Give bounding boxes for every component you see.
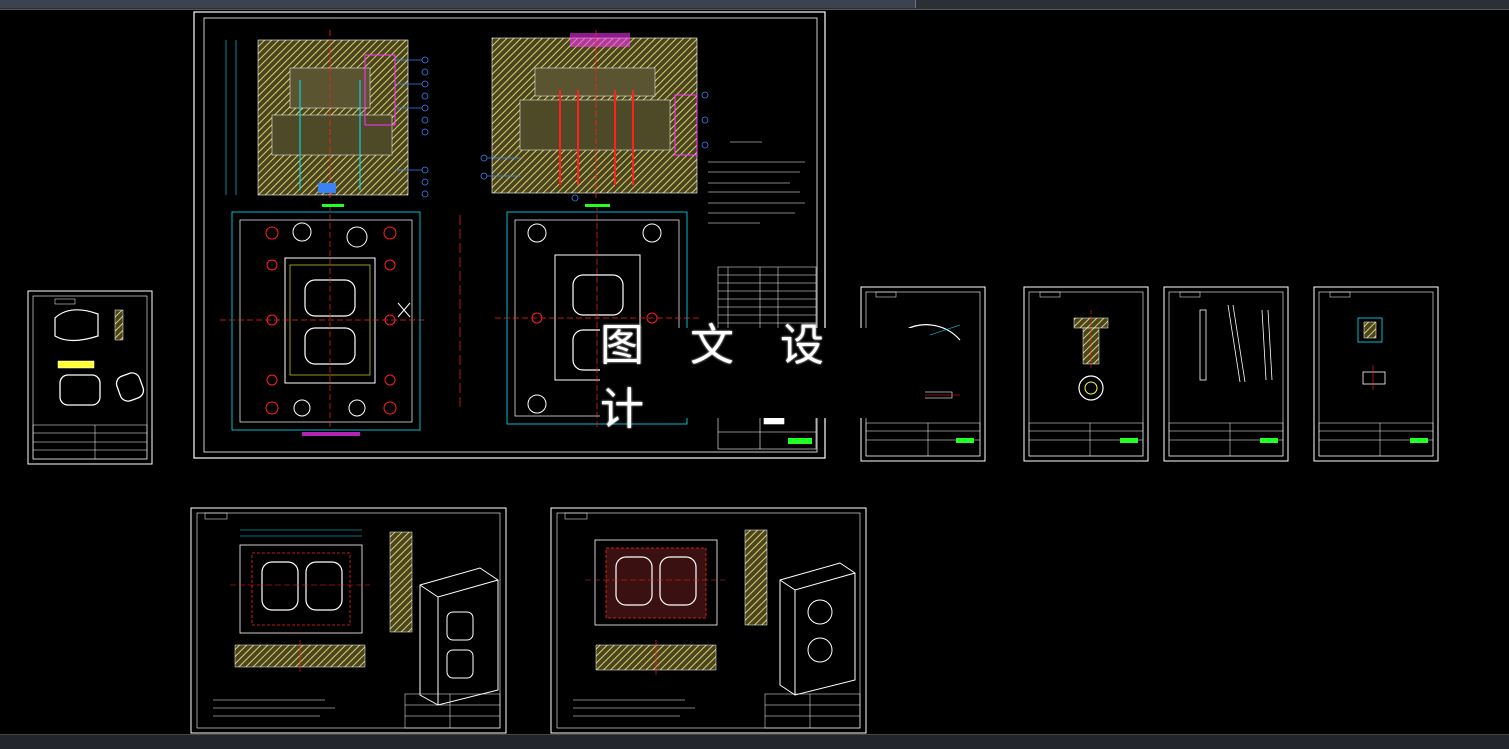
drawing-tab[interactable] (0, 0, 471, 8)
section-view-b (491, 30, 698, 200)
isometric-core-view (779, 562, 856, 696)
sheet-cavity-plate[interactable] (190, 507, 507, 734)
technical-notes-block (708, 141, 805, 224)
sheet-part-pin[interactable] (1023, 286, 1149, 462)
sheet-part-left[interactable] (27, 290, 153, 465)
sheet-part-small[interactable] (1313, 286, 1439, 462)
drawing-tab[interactable] (470, 0, 916, 8)
section-view-a (225, 30, 409, 200)
isometric-cavity-view (419, 567, 499, 706)
sheet-part-rods[interactable] (1163, 286, 1289, 462)
watermark-label: 图 文 设 计 (600, 320, 925, 435)
toolbar-strip (0, 0, 1509, 10)
sheet-core-plate[interactable] (550, 507, 867, 734)
status-bar (0, 734, 1509, 749)
